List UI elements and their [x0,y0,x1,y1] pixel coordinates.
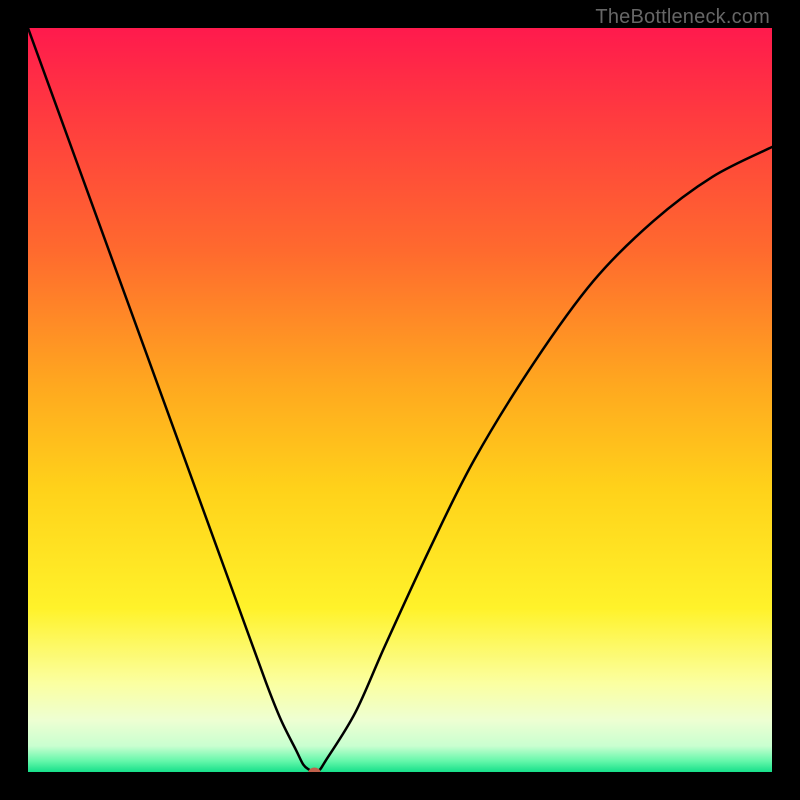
chart-frame: TheBottleneck.com [0,0,800,800]
watermark-label: TheBottleneck.com [595,6,770,29]
bottleneck-chart [28,28,772,772]
plot-area [28,28,772,772]
gradient-background [28,28,772,772]
